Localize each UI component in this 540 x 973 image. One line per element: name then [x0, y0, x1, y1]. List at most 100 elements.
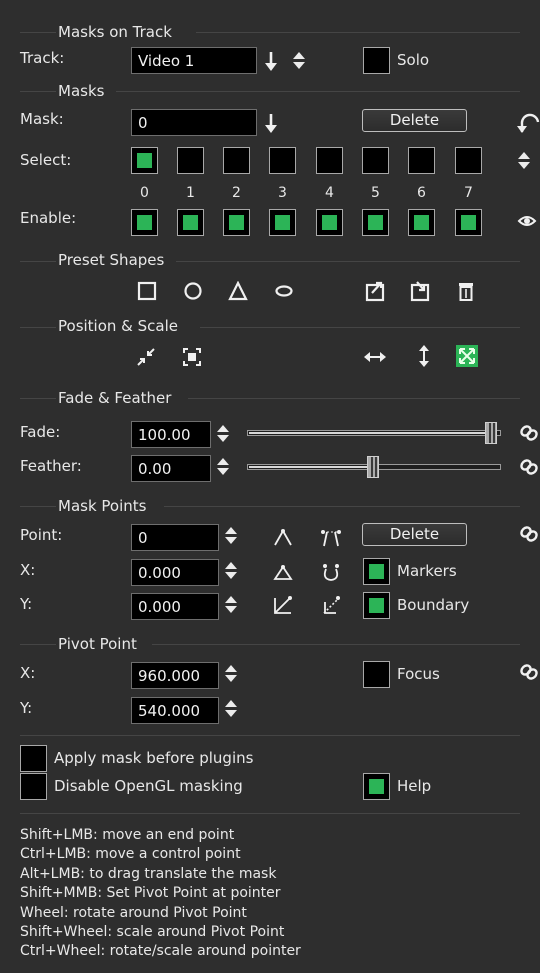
horizontal-scale-icon[interactable] [364, 350, 386, 364]
feather-spinner[interactable] [216, 458, 230, 476]
enable-mask-2-checkbox[interactable] [223, 209, 250, 236]
enable-label: Enable: [20, 209, 77, 227]
enable-mask-7-checkbox[interactable] [455, 209, 482, 236]
point-spinner[interactable] [224, 527, 238, 545]
delete-point-button[interactable]: Delete [362, 523, 467, 546]
enable-mask-6-checkbox[interactable] [408, 209, 435, 236]
track-label: Track: [20, 49, 65, 67]
point-y-spinner[interactable] [224, 596, 238, 614]
focus-checkbox[interactable] [363, 661, 390, 688]
pivot-y-field[interactable]: 540.000 [131, 697, 219, 724]
enable-mask-4-checkbox[interactable] [316, 209, 343, 236]
add-control-point-icon[interactable] [320, 526, 342, 548]
enable-mask-5-checkbox[interactable] [362, 209, 389, 236]
pivot-x-spinner[interactable] [224, 665, 238, 683]
help-checkbox[interactable] [363, 773, 390, 800]
section-divider [152, 644, 520, 645]
markers-label: Markers [397, 562, 457, 580]
select-mask-3-checkbox[interactable] [269, 147, 296, 174]
point-x-label: X: [20, 561, 36, 579]
select-mask-0-checkbox[interactable] [131, 147, 158, 174]
select-mask-7-checkbox[interactable] [455, 147, 482, 174]
section-divider [20, 32, 56, 33]
help-line: Shift+LMB: move an end point [20, 827, 235, 843]
enable-mask-1-checkbox[interactable] [177, 209, 204, 236]
fade-field[interactable]: 100.00 [131, 421, 211, 448]
center-icon[interactable] [181, 346, 203, 368]
select-mask-2-checkbox[interactable] [223, 147, 250, 174]
apply-before-plugins-label: Apply mask before plugins [54, 749, 254, 767]
select-mask-6-checkbox[interactable] [408, 147, 435, 174]
point-field[interactable]: 0 [131, 524, 219, 551]
mask-pulldown-icon[interactable] [264, 112, 278, 134]
shrink-icon[interactable] [135, 346, 157, 368]
point-y-label: Y: [20, 595, 33, 613]
select-mask-5-checkbox[interactable] [362, 147, 389, 174]
undo-icon[interactable] [516, 112, 540, 134]
delete-mask-button[interactable]: Delete [362, 109, 467, 132]
section-divider [20, 327, 56, 328]
mask-points-title: Mask Points [58, 497, 147, 515]
vertical-scale-icon[interactable] [417, 345, 431, 367]
pivot-point-title: Pivot Point [58, 635, 137, 653]
section-divider [20, 398, 56, 399]
eye-icon[interactable] [517, 214, 537, 228]
markers-checkbox[interactable] [363, 558, 390, 585]
solo-checkbox[interactable] [363, 47, 390, 74]
select-spinner[interactable] [517, 152, 531, 170]
mask-number-7: 7 [464, 185, 473, 201]
help-line: Ctrl+LMB: move a control point [20, 846, 241, 863]
track-pulldown-icon[interactable] [264, 50, 278, 72]
section-divider [164, 506, 520, 507]
select-mask-1-checkbox[interactable] [177, 147, 204, 174]
link-icon[interactable] [519, 662, 539, 682]
save-shape-icon[interactable] [409, 280, 431, 302]
point-x-field[interactable]: 0.000 [131, 559, 219, 586]
straighten-all-icon[interactable] [320, 594, 342, 616]
track-field[interactable]: Video 1 [131, 47, 257, 74]
section-divider [176, 261, 520, 262]
solo-label: Solo [397, 51, 430, 69]
add-point-icon[interactable] [272, 526, 294, 548]
link-icon[interactable] [519, 423, 539, 443]
disable-opengl-checkbox[interactable] [20, 773, 47, 800]
fade-spinner[interactable] [216, 425, 230, 443]
link-icon[interactable] [519, 457, 539, 477]
trash-icon[interactable] [457, 280, 475, 302]
mask-number-2: 2 [232, 185, 241, 201]
section-divider [200, 327, 520, 328]
oval-shape-icon[interactable] [274, 284, 294, 298]
help-label: Help [397, 777, 432, 795]
point-y-field[interactable]: 0.000 [131, 593, 219, 620]
feather-slider-thumb[interactable] [367, 456, 379, 478]
track-spinner[interactable] [292, 52, 306, 70]
select-mask-4-checkbox[interactable] [316, 147, 343, 174]
mask-field[interactable]: 0 [131, 109, 257, 136]
enable-mask-0-checkbox[interactable] [131, 209, 158, 236]
boundary-label: Boundary [397, 596, 470, 614]
link-icon[interactable] [519, 524, 539, 544]
load-shape-icon[interactable] [364, 280, 386, 302]
fade-slider-fill [249, 432, 485, 434]
divider [20, 735, 520, 736]
help-line: Wheel: rotate around Pivot Point [20, 904, 247, 921]
triangle-shape-icon[interactable] [228, 281, 248, 301]
straighten-point-icon[interactable] [272, 594, 294, 616]
point-x-spinner[interactable] [224, 562, 238, 580]
boundary-checkbox[interactable] [363, 592, 390, 619]
apply-before-plugins-checkbox[interactable] [20, 745, 47, 772]
pivot-x-field[interactable]: 960.000 [131, 662, 219, 689]
pivot-y-spinner[interactable] [224, 700, 238, 718]
feather-slider-fill [249, 466, 367, 468]
feather-field[interactable]: 0.00 [131, 455, 211, 482]
smooth-point-icon[interactable] [272, 561, 294, 583]
circle-shape-icon[interactable] [183, 281, 203, 301]
fade-slider-thumb[interactable] [485, 422, 497, 444]
enable-mask-3-checkbox[interactable] [269, 209, 296, 236]
feather-label: Feather: [20, 457, 82, 475]
xy-scale-icon[interactable] [456, 345, 478, 367]
square-shape-icon[interactable] [137, 281, 157, 301]
focus-label: Focus [397, 665, 440, 683]
smooth-all-icon[interactable] [320, 561, 342, 583]
pivot-y-label: Y: [20, 699, 33, 717]
